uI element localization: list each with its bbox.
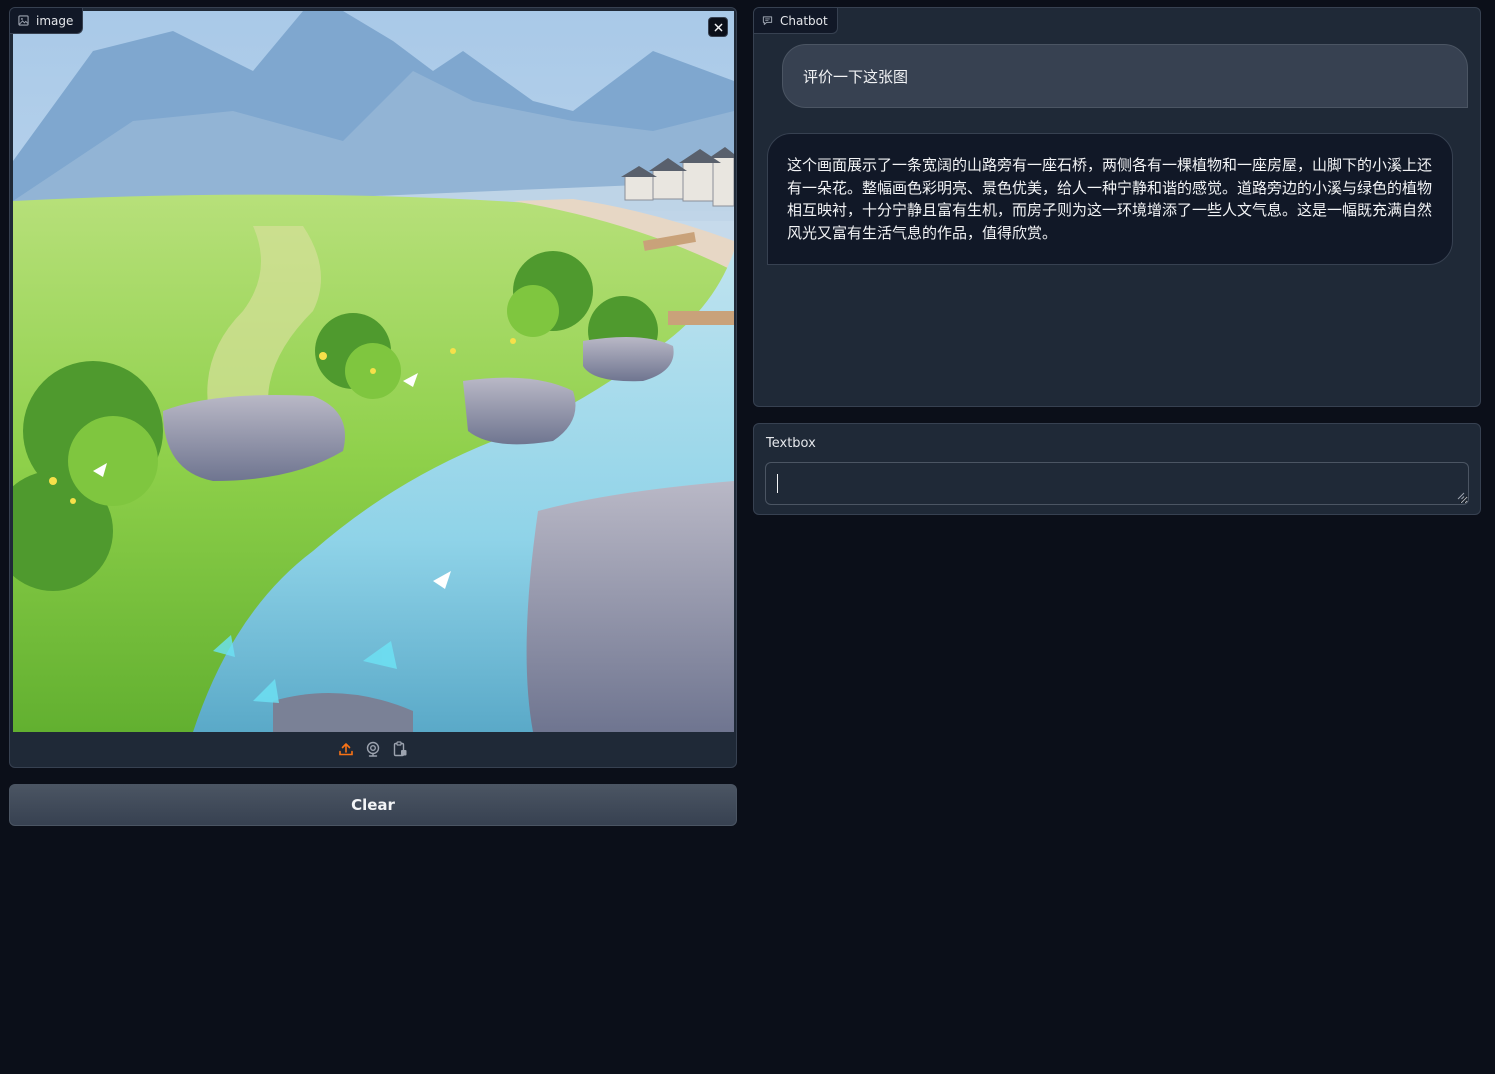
clipboard-button[interactable] [391, 740, 409, 758]
image-icon [18, 15, 29, 26]
uploaded-image[interactable] [13, 11, 734, 732]
webcam-button[interactable] [364, 740, 382, 758]
clipboard-icon [393, 740, 407, 756]
close-image-button[interactable] [708, 17, 728, 37]
chat-icon [762, 15, 773, 26]
textbox-label: Textbox [766, 436, 816, 451]
clear-button[interactable]: Clear [9, 784, 737, 826]
upload-icon [339, 742, 353, 755]
close-icon [714, 23, 722, 31]
textbox-panel: Textbox [753, 423, 1481, 515]
text-cursor [777, 474, 778, 493]
chatbot-block-label-text: Chatbot [780, 13, 828, 28]
upload-button[interactable] [337, 740, 355, 758]
chatbot-block-label: Chatbot [754, 8, 838, 34]
webcam-icon [366, 741, 380, 757]
bot-message: 这个画面展示了一条宽阔的山路旁有一座石桥，两侧各有一棵植物和一座房屋，山脚下的小… [767, 133, 1453, 265]
image-block-label-text: image [36, 13, 74, 28]
user-message: 评价一下这张图 [782, 44, 1468, 108]
chatbot-panel: Chatbot 评价一下这张图 这个画面展示了一条宽阔的山路旁有一座石桥，两侧各… [753, 7, 1481, 407]
image-source-toolbar [10, 730, 736, 767]
app-root: image Clear Chatbot 评价一下这张图 这个画面展示了一条宽阔的… [0, 0, 1495, 1074]
image-block-label: image [10, 8, 84, 34]
image-panel: image [9, 7, 737, 768]
message-input[interactable] [765, 462, 1469, 505]
resize-handle-icon[interactable] [1457, 492, 1465, 500]
